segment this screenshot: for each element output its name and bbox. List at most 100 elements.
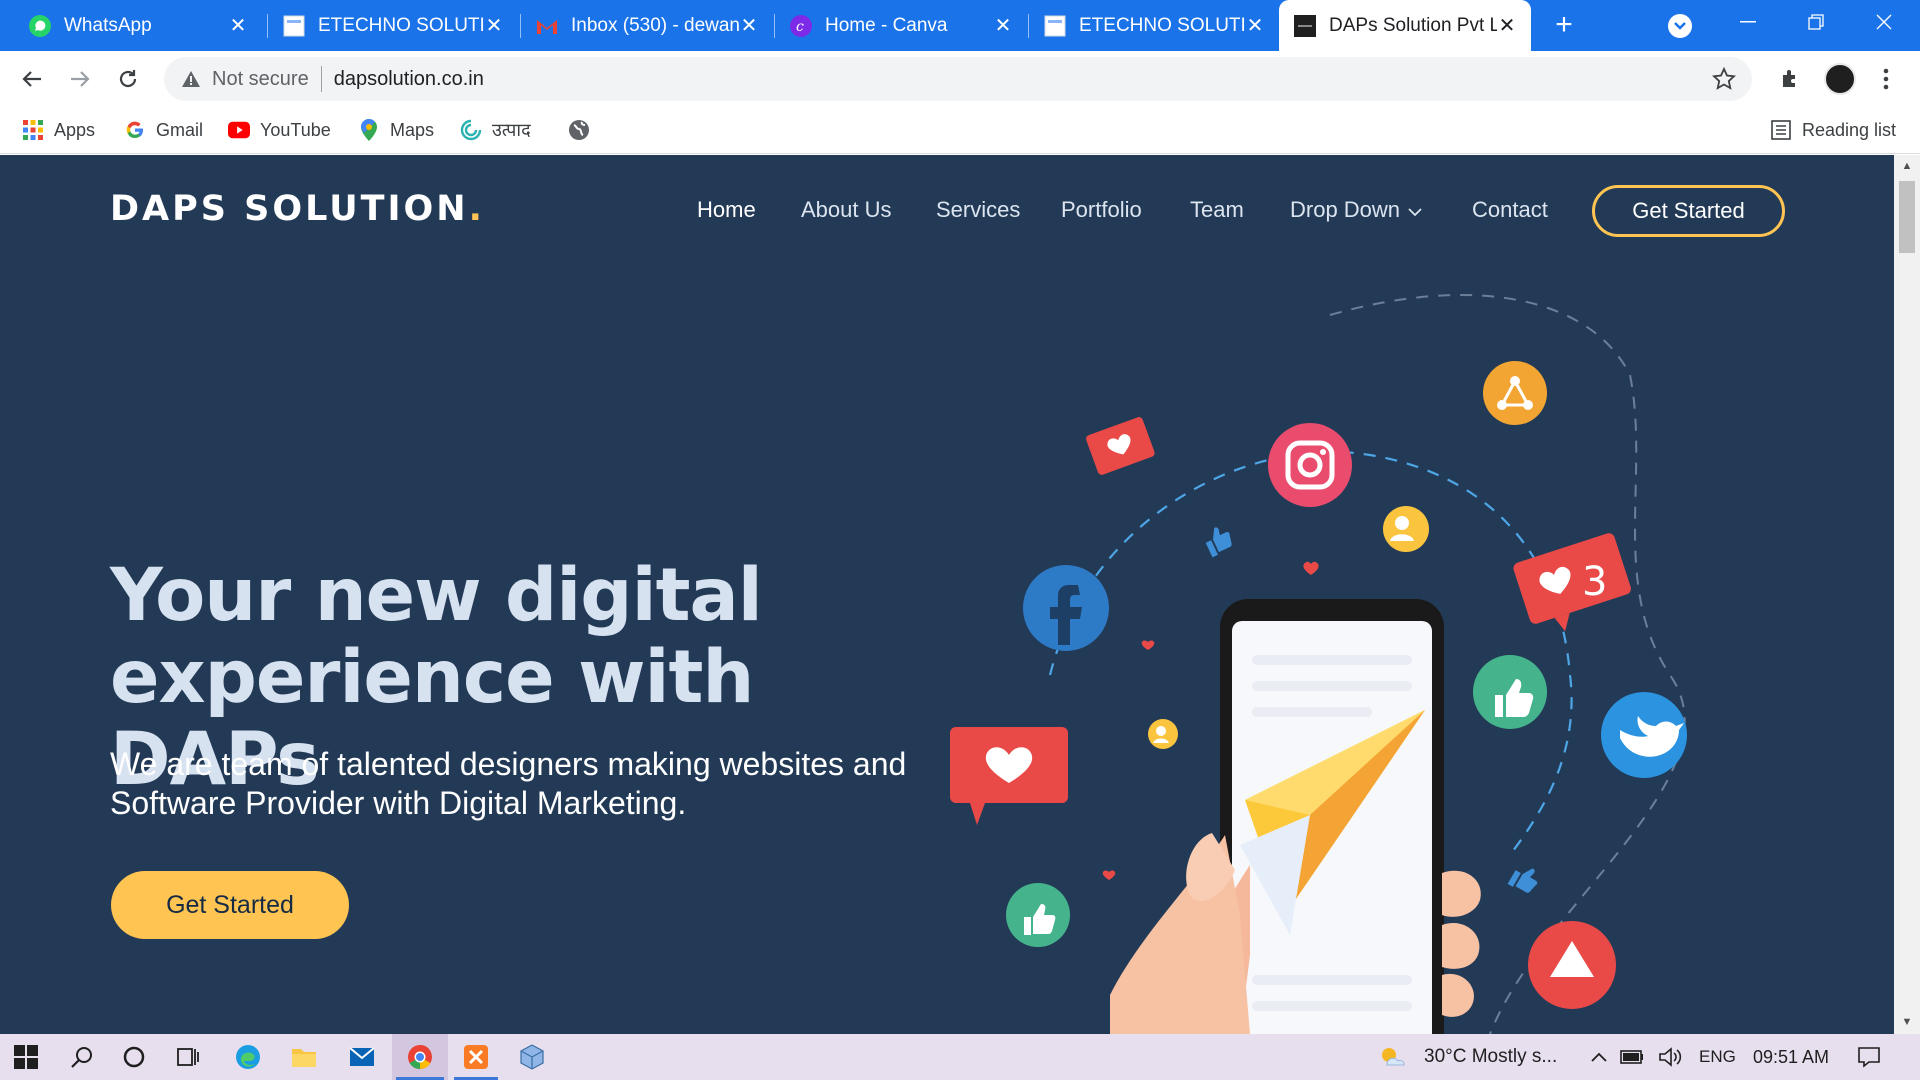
scroll-down-arrow[interactable]: ▼ bbox=[1900, 1015, 1914, 1029]
tab-canva[interactable]: c Home - Canva ✕ bbox=[775, 0, 1027, 51]
google-g-icon bbox=[124, 119, 146, 141]
tab-etechno-1[interactable]: ETECHNO SOLUTIO ✕ bbox=[268, 0, 518, 51]
bookmark-gmail[interactable]: Gmail bbox=[124, 116, 203, 144]
xampp-icon bbox=[464, 1045, 488, 1069]
weather-text[interactable]: 30°C Mostly s... bbox=[1424, 1046, 1557, 1068]
extensions-button[interactable] bbox=[1775, 63, 1807, 95]
nav-portfolio[interactable]: Portfolio bbox=[1061, 197, 1142, 223]
search-icon bbox=[71, 1047, 92, 1068]
close-window-button[interactable] bbox=[1854, 0, 1914, 44]
bookmark-star-icon[interactable] bbox=[1711, 66, 1737, 96]
heart-small-icon bbox=[1303, 561, 1319, 575]
arrow-right-icon bbox=[71, 71, 90, 87]
warning-icon[interactable] bbox=[178, 70, 204, 88]
nav-home[interactable]: Home bbox=[697, 197, 756, 223]
xampp-button[interactable] bbox=[450, 1034, 502, 1080]
profile-avatar[interactable] bbox=[1824, 63, 1856, 95]
virtualbox-button[interactable] bbox=[506, 1034, 558, 1080]
scroll-up-arrow[interactable]: ▲ bbox=[1900, 159, 1914, 173]
close-icon[interactable]: ✕ bbox=[228, 13, 248, 38]
hero-subtitle: We are team of talented designers making… bbox=[110, 746, 907, 821]
heart-small-icon bbox=[1102, 870, 1116, 880]
close-icon[interactable]: ✕ bbox=[1497, 13, 1517, 38]
nav-services[interactable]: Services bbox=[936, 197, 1020, 223]
bookmark-label: YouTube bbox=[260, 119, 331, 140]
page-viewport: DAPS SOLUTION. Home About Us Services Po… bbox=[0, 155, 1894, 1034]
clock[interactable]: 09:51 AM bbox=[1753, 1047, 1829, 1068]
hero-illustration: 3 bbox=[950, 294, 1687, 1034]
instagram-icon bbox=[1268, 423, 1352, 507]
restore-button[interactable] bbox=[1786, 0, 1846, 44]
reading-list-icon bbox=[1770, 119, 1792, 141]
youtube-icon bbox=[228, 119, 250, 141]
user-small-icon bbox=[1148, 719, 1178, 749]
heart-small-icon bbox=[1141, 640, 1155, 650]
back-button[interactable] bbox=[12, 59, 52, 99]
bookmark-youtube[interactable]: YouTube bbox=[228, 116, 331, 144]
weather-icon[interactable] bbox=[1370, 1034, 1414, 1080]
file-explorer-button[interactable] bbox=[278, 1034, 330, 1080]
nav-team[interactable]: Team bbox=[1190, 197, 1244, 223]
close-icon[interactable]: ✕ bbox=[739, 13, 759, 38]
bookmark-globe[interactable] bbox=[568, 116, 600, 144]
tab-daps-active[interactable]: DAPs Solution Pvt L ✕ bbox=[1279, 0, 1531, 51]
tab-title: WhatsApp bbox=[64, 14, 152, 36]
url-text[interactable]: dapsolution.co.in bbox=[334, 68, 484, 91]
site-logo[interactable]: DAPS SOLUTION. bbox=[110, 189, 485, 229]
like-small-icon-1 bbox=[1205, 527, 1232, 558]
address-bar[interactable]: Not secure dapsolution.co.in bbox=[164, 57, 1752, 101]
nav-contact[interactable]: Contact bbox=[1472, 197, 1548, 223]
tab-whatsapp[interactable]: WhatsApp ✕ bbox=[14, 0, 262, 51]
close-icon[interactable]: ✕ bbox=[993, 13, 1013, 38]
close-icon[interactable]: ✕ bbox=[1245, 13, 1265, 38]
taskbar: 30°C Mostly s... ENG 09:51 AM bbox=[0, 1034, 1920, 1080]
new-tab-button[interactable]: + bbox=[1547, 8, 1581, 42]
nav-about-us[interactable]: About Us bbox=[801, 197, 892, 223]
cortana-button[interactable] bbox=[108, 1034, 160, 1080]
scrollbar-thumb[interactable] bbox=[1899, 181, 1915, 253]
apps-grid-icon bbox=[22, 119, 44, 141]
taskbar-search[interactable] bbox=[56, 1034, 108, 1080]
bookmark-maps[interactable]: Maps bbox=[358, 116, 434, 144]
page-scrollbar[interactable]: ▲ ▼ bbox=[1894, 155, 1920, 1034]
tab-title: Home - Canva bbox=[825, 14, 948, 36]
start-button[interactable] bbox=[0, 1034, 52, 1080]
security-status[interactable]: Not secure bbox=[212, 68, 309, 91]
chrome-button[interactable] bbox=[392, 1034, 448, 1080]
chrome-icon bbox=[408, 1045, 432, 1069]
folder-icon bbox=[292, 1049, 316, 1067]
bookmark-label: Maps bbox=[390, 119, 435, 140]
puzzle-icon bbox=[1783, 70, 1795, 87]
notification-bubble-icon bbox=[1513, 533, 1631, 632]
edge-button[interactable] bbox=[222, 1034, 274, 1080]
bookmark-apps[interactable]: Apps bbox=[22, 116, 95, 144]
reload-button[interactable] bbox=[108, 59, 148, 99]
canva-icon: c bbox=[789, 14, 813, 38]
bookmark-label: उत्पाद bbox=[492, 120, 531, 140]
reload-icon bbox=[119, 70, 137, 88]
language-indicator[interactable]: ENG bbox=[1699, 1047, 1736, 1067]
mail-button[interactable] bbox=[336, 1034, 388, 1080]
bookmarks-bar: Apps Gmail YouTube Maps उत्पाद Reading l… bbox=[0, 106, 1920, 154]
minimize-button[interactable] bbox=[1718, 0, 1778, 44]
reading-list-button[interactable]: Reading list bbox=[1770, 116, 1896, 144]
get-started-header-button[interactable]: Get Started bbox=[1592, 185, 1785, 237]
notifications-button[interactable] bbox=[1844, 1034, 1894, 1080]
volume-icon[interactable] bbox=[1648, 1034, 1692, 1080]
notification-icon bbox=[1858, 1047, 1880, 1068]
task-view-button[interactable] bbox=[162, 1034, 214, 1080]
nav-drop-down[interactable]: Drop Down bbox=[1290, 197, 1422, 223]
chevron-up-icon bbox=[1591, 1052, 1607, 1062]
thumbs-up-small-icon bbox=[1006, 883, 1070, 947]
close-icon bbox=[1876, 14, 1892, 30]
windows-logo-icon bbox=[14, 1045, 38, 1069]
bookmark-product[interactable]: उत्पाद bbox=[460, 116, 531, 144]
tab-search-button[interactable] bbox=[1668, 14, 1692, 38]
tab-gmail[interactable]: Inbox (530) - dewan ✕ bbox=[521, 0, 773, 51]
tab-etechno-2[interactable]: ETECHNO SOLUTIO ✕ bbox=[1029, 0, 1279, 51]
forward-button[interactable] bbox=[60, 59, 100, 99]
menu-button[interactable] bbox=[1870, 63, 1902, 95]
close-icon[interactable]: ✕ bbox=[484, 13, 504, 38]
thumbs-up-icon bbox=[1473, 655, 1547, 729]
get-started-hero-button[interactable]: Get Started bbox=[111, 871, 349, 939]
